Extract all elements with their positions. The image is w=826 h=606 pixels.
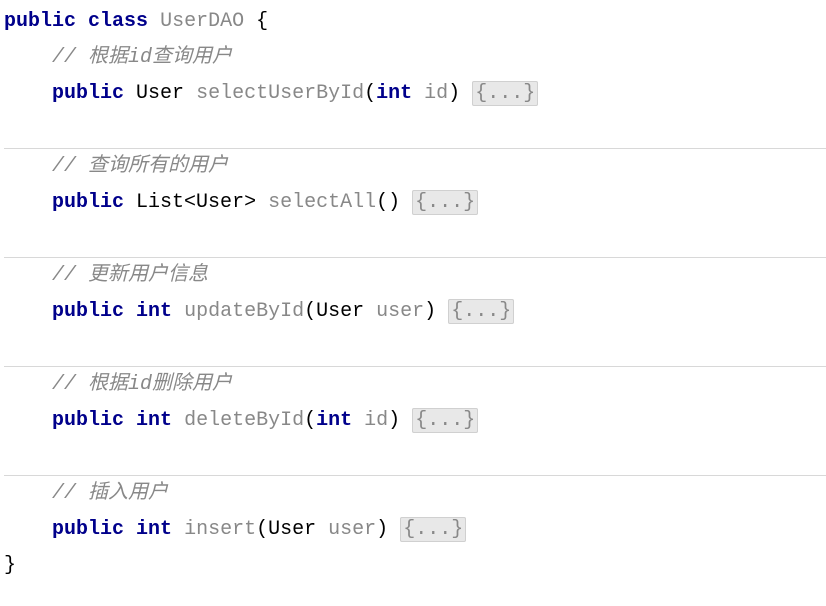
method-line-deleteById: public int deleteById(int id) {...}: [4, 403, 826, 439]
open-brace: {: [256, 10, 268, 33]
method-line-selectUserById: public User selectUserById(int id) {...}: [4, 76, 826, 112]
paren-close: ): [376, 518, 388, 541]
comment-line: // 插入用户: [4, 475, 826, 512]
paren-open: (: [364, 82, 376, 105]
fold-marker[interactable]: {...}: [448, 299, 514, 324]
fold-marker[interactable]: {...}: [472, 81, 538, 106]
paren-close: ): [448, 82, 460, 105]
blank-line: [4, 112, 826, 148]
paren-open: (: [304, 300, 316, 323]
class-keyword: class: [88, 10, 148, 33]
method-name: insert: [184, 518, 256, 541]
method-modifier: public: [52, 409, 124, 432]
paren-open: (: [304, 409, 316, 432]
fold-marker[interactable]: {...}: [412, 408, 478, 433]
comment-line: // 根据id查询用户: [4, 40, 826, 76]
class-close-line: }: [4, 548, 826, 584]
method-name: updateById: [184, 300, 304, 323]
comment-line: // 更新用户信息: [4, 257, 826, 294]
comment-line: // 根据id删除用户: [4, 366, 826, 403]
param-type: int: [376, 82, 412, 105]
close-brace: }: [4, 554, 16, 577]
blank-line: [4, 221, 826, 257]
comment: // 更新用户信息: [52, 264, 208, 287]
paren-close: ): [424, 300, 436, 323]
return-type: int: [136, 518, 172, 541]
param-type: User: [316, 300, 364, 323]
method-line-updateById: public int updateById(User user) {...}: [4, 294, 826, 330]
fold-marker[interactable]: {...}: [412, 190, 478, 215]
return-type: List<User>: [136, 191, 256, 214]
param-type: int: [316, 409, 352, 432]
method-line-selectAll: public List<User> selectAll() {...}: [4, 185, 826, 221]
method-name: selectUserById: [196, 82, 364, 105]
param-name: id: [424, 82, 448, 105]
return-type: int: [136, 409, 172, 432]
method-modifier: public: [52, 191, 124, 214]
comment-line: // 查询所有的用户: [4, 148, 826, 185]
blank-line: [4, 439, 826, 475]
paren-close: ): [388, 409, 400, 432]
comment: // 根据id删除用户: [52, 373, 232, 396]
code-block: public class UserDAO { // 根据id查询用户 publi…: [0, 0, 826, 588]
comment: // 根据id查询用户: [52, 46, 232, 69]
method-modifier: public: [52, 300, 124, 323]
class-name: UserDAO: [160, 10, 244, 33]
method-modifier: public: [52, 82, 124, 105]
comment: // 查询所有的用户: [52, 155, 228, 178]
paren-close: ): [388, 191, 400, 214]
return-type: User: [136, 82, 184, 105]
paren-open: (: [376, 191, 388, 214]
param-type: User: [268, 518, 316, 541]
method-name: deleteById: [184, 409, 304, 432]
paren-open: (: [256, 518, 268, 541]
param-name: user: [328, 518, 376, 541]
method-modifier: public: [52, 518, 124, 541]
param-name: id: [364, 409, 388, 432]
comment: // 插入用户: [52, 482, 168, 505]
param-name: user: [376, 300, 424, 323]
fold-marker[interactable]: {...}: [400, 517, 466, 542]
class-modifier: public: [4, 10, 76, 33]
class-declaration-line: public class UserDAO {: [4, 4, 826, 40]
return-type: int: [136, 300, 172, 323]
method-line-insert: public int insert(User user) {...}: [4, 512, 826, 548]
blank-line: [4, 330, 826, 366]
method-name: selectAll: [268, 191, 376, 214]
